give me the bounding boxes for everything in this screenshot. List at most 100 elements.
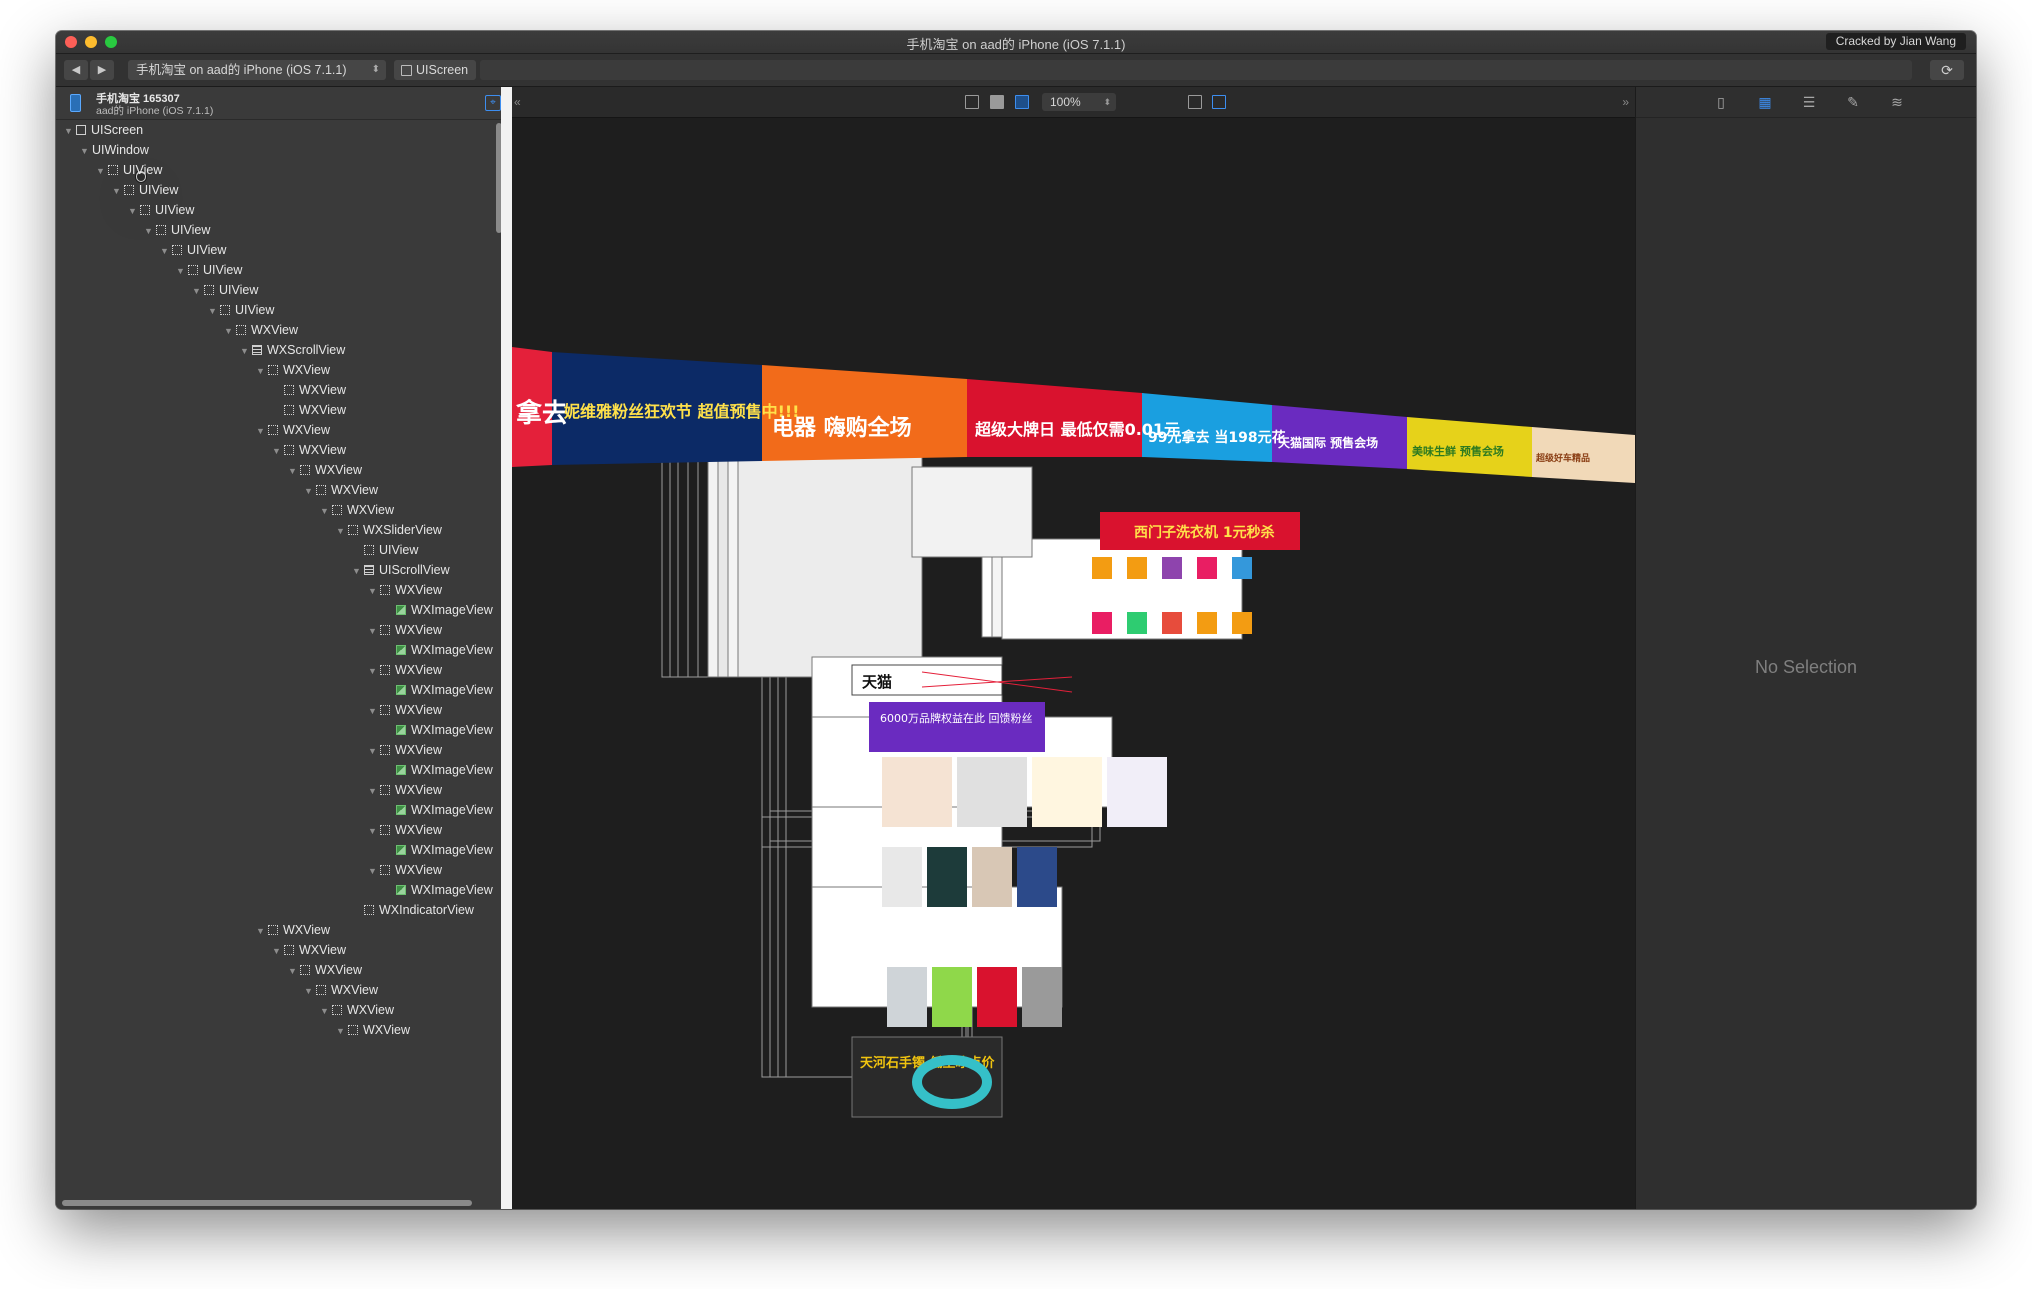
layers-icon[interactable]: ≋ <box>1889 94 1905 110</box>
tree-row[interactable]: ▼ WXSliderView <box>336 520 442 540</box>
tree-row[interactable]: ▼ UIView <box>192 280 258 300</box>
disclosure-open-icon[interactable]: ▼ <box>368 701 380 721</box>
tree-row[interactable]: UIView <box>352 540 418 560</box>
tree-row[interactable]: ▼ WXView <box>288 460 362 480</box>
tree-row[interactable]: ▼ WXView <box>256 360 330 380</box>
tree-row[interactable]: WXImageView <box>384 840 493 860</box>
tree-row[interactable]: ▼ WXView <box>368 580 442 600</box>
panel-splitter[interactable] <box>501 87 512 1209</box>
disclosure-open-icon[interactable]: ▼ <box>208 301 220 321</box>
layer-3d-canvas[interactable]: 拿去 妮维雅粉丝狂欢节 超值预售中!!! 电器 嗨购全场 超级大牌日 最低仅需0… <box>512 117 1635 1209</box>
disclosure-open-icon[interactable]: ▼ <box>352 561 364 581</box>
disclosure-open-icon[interactable]: ▼ <box>368 861 380 881</box>
tree-row[interactable]: ▼ WXView <box>272 940 346 960</box>
disclosure-open-icon[interactable]: ▼ <box>240 341 252 361</box>
tree-row[interactable]: ▼ WXView <box>368 820 442 840</box>
tree-row[interactable]: ▼ UIView <box>176 260 242 280</box>
tree-row[interactable]: ▼ WXView <box>256 420 330 440</box>
disclosure-open-icon[interactable]: ▼ <box>368 741 380 761</box>
disclosure-open-icon[interactable]: ▼ <box>256 421 268 441</box>
focus-view-icon[interactable]: ⌖ <box>485 95 501 111</box>
tree-row[interactable]: WXImageView <box>384 640 493 660</box>
disclosure-open-icon[interactable]: ▼ <box>64 121 76 141</box>
disclosure-open-icon[interactable]: ▼ <box>368 661 380 681</box>
tree-row[interactable]: ▼ WXView <box>272 440 346 460</box>
disclosure-open-icon[interactable]: ▼ <box>176 261 188 281</box>
tree-row[interactable]: ▼ WXView <box>368 700 442 720</box>
refresh-button[interactable]: ⟳ <box>1930 60 1964 80</box>
ruler-icon[interactable]: ✎ <box>1845 94 1861 110</box>
tree-row[interactable]: ▼ UIWindow <box>80 140 149 182</box>
3d-view-icon[interactable] <box>1212 95 1226 109</box>
tree-row[interactable]: WXImageView <box>384 880 493 900</box>
tree-row[interactable]: WXIndicatorView <box>352 900 474 920</box>
tree-row[interactable]: ▼ WXView <box>368 780 442 800</box>
tree-row[interactable]: WXImageView <box>384 600 493 620</box>
content-mode-icon[interactable] <box>990 95 1004 109</box>
forward-button[interactable]: ▶ <box>90 60 114 80</box>
disclosure-open-icon[interactable]: ▼ <box>272 941 284 961</box>
tree-row[interactable]: ▼ WXView <box>368 860 442 880</box>
disclosure-open-icon[interactable]: ▼ <box>272 441 284 461</box>
tree-row[interactable]: ▼ UIView <box>160 240 226 260</box>
disclosure-open-icon[interactable]: ▼ <box>368 621 380 641</box>
file-icon[interactable]: ▯ <box>1713 94 1729 110</box>
tree-row[interactable]: ▼ UIView <box>144 220 210 240</box>
tree-row[interactable]: ▼ UIView <box>96 160 162 180</box>
disclosure-open-icon[interactable]: ▼ <box>96 161 108 181</box>
sliders-icon[interactable]: ☰ <box>1801 94 1817 110</box>
disclosure-open-icon[interactable]: ▼ <box>256 361 268 381</box>
disclosure-open-icon[interactable]: ▼ <box>112 181 124 201</box>
disclosure-open-icon[interactable]: ▼ <box>80 141 92 161</box>
2d-view-icon[interactable] <box>1188 95 1202 109</box>
disclosure-open-icon[interactable]: ▼ <box>368 781 380 801</box>
canvas-area[interactable]: « 100% ⬍ » 拿去 妮维雅粉丝狂欢节 超值预售中!!! 电器 嗨购全场 … <box>512 87 1635 1209</box>
tree-row[interactable]: WXImageView <box>384 680 493 700</box>
disclosure-open-icon[interactable]: ▼ <box>368 821 380 841</box>
tree-row[interactable]: ▼ UIScreen <box>64 120 143 140</box>
disclosure-open-icon[interactable]: ▼ <box>320 1001 332 1021</box>
tree-row[interactable]: ▼ WXView <box>368 660 442 680</box>
tree-row[interactable]: WXImageView <box>384 800 493 820</box>
tree-row[interactable]: ▼ WXView <box>368 620 442 640</box>
disclosure-open-icon[interactable]: ▼ <box>336 521 348 541</box>
tree-row[interactable]: ▼ WXView <box>320 500 394 520</box>
tree-row[interactable]: WXImageView <box>384 720 493 740</box>
layout-icon[interactable]: ▦ <box>1757 94 1773 110</box>
view-tree[interactable]: ▼ UIScreen ▼ UIWindow ▼ UIView ▼ UIView ▼ UIView ▼… <box>56 120 494 1040</box>
disclosure-open-icon[interactable]: ▼ <box>288 461 300 481</box>
disclosure-open-icon[interactable]: ▼ <box>144 221 156 241</box>
tree-row[interactable]: ▼ WXScrollView <box>240 340 345 360</box>
disclosure-open-icon[interactable]: ▼ <box>320 501 332 521</box>
tree-row[interactable]: WXView <box>272 380 346 400</box>
tree-row[interactable]: ▼ WXView <box>336 1020 410 1040</box>
disclosure-open-icon[interactable]: ▼ <box>304 481 316 501</box>
disclosure-open-icon[interactable]: ▼ <box>224 321 236 341</box>
tree-row[interactable]: ▼ UIView <box>208 300 274 320</box>
tree-row[interactable]: ▼ WXView <box>288 960 362 980</box>
tree-row[interactable]: ▼ WXView <box>320 1000 394 1020</box>
disclosure-open-icon[interactable]: ▼ <box>160 241 172 261</box>
disclosure-open-icon[interactable]: ▼ <box>128 201 140 221</box>
tree-row[interactable]: ▼ WXView <box>256 920 330 940</box>
tree-row[interactable]: ▼ UIView <box>128 200 194 220</box>
back-button[interactable]: ◀ <box>64 60 88 80</box>
tree-row[interactable]: WXView <box>272 400 346 420</box>
tree-horizontal-scrollbar[interactable] <box>62 1200 472 1206</box>
disclosure-open-icon[interactable]: ▼ <box>256 921 268 941</box>
tree-row[interactable]: ▼ WXView <box>368 740 442 760</box>
tree-row[interactable]: ▼ UIView <box>112 180 178 200</box>
both-mode-icon[interactable] <box>1015 95 1029 109</box>
disclosure-open-icon[interactable]: ▼ <box>368 581 380 601</box>
zoom-select[interactable]: 100% ⬍ <box>1042 93 1116 111</box>
disclosure-open-icon[interactable]: ▼ <box>336 1021 348 1040</box>
tree-row[interactable]: ▼ WXView <box>304 480 378 500</box>
disclosure-open-icon[interactable]: ▼ <box>304 981 316 1001</box>
wireframe-mode-icon[interactable] <box>965 95 979 109</box>
tree-row[interactable]: ▼ WXView <box>304 980 378 1000</box>
breadcrumb-uiscreen[interactable]: UIScreen <box>394 60 476 80</box>
disclosure-open-icon[interactable]: ▼ <box>288 961 300 981</box>
device-selector[interactable]: 手机淘宝 on aad的 iPhone (iOS 7.1.1) ⬍ <box>128 60 386 80</box>
tree-row[interactable]: WXImageView <box>384 760 493 780</box>
collapse-left-icon[interactable]: « <box>514 95 521 109</box>
